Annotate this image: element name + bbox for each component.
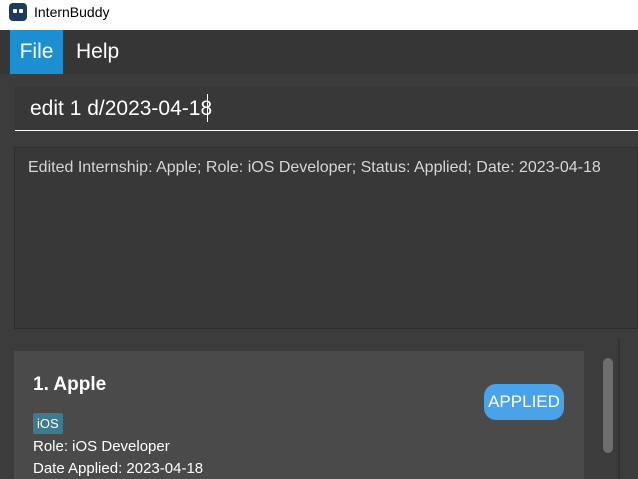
menu-bar: File Help — [0, 30, 638, 74]
window-title: InternBuddy — [34, 4, 110, 20]
command-input[interactable] — [15, 87, 638, 131]
internship-card[interactable]: 1. Apple iOS Role: iOS Developer Date Ap… — [14, 351, 584, 479]
internship-date: Date Applied: 2023-04-18 — [33, 460, 204, 477]
command-box — [0, 74, 638, 140]
internship-role: Role: iOS Developer — [33, 438, 170, 455]
internship-title: 1. Apple — [33, 374, 107, 395]
text-cursor — [207, 94, 208, 122]
menu-file[interactable]: File — [10, 30, 63, 74]
panel-divider — [618, 338, 620, 479]
status-badge: APPLIED — [484, 384, 564, 420]
app-window: InternBuddy File Help Edited Internship:… — [0, 0, 638, 479]
result-display[interactable]: Edited Internship: Apple; Role: iOS Deve… — [14, 147, 638, 329]
result-message: Edited Internship: Apple; Role: iOS Deve… — [28, 159, 601, 176]
robot-icon — [9, 3, 27, 21]
internship-list[interactable]: 1. Apple iOS Role: iOS Developer Date Ap… — [14, 338, 618, 479]
menu-help[interactable]: Help — [63, 30, 132, 74]
internship-tag: iOS — [33, 413, 63, 434]
list-scrollbar-thumb[interactable] — [603, 358, 613, 453]
title-bar: InternBuddy — [0, 0, 638, 30]
